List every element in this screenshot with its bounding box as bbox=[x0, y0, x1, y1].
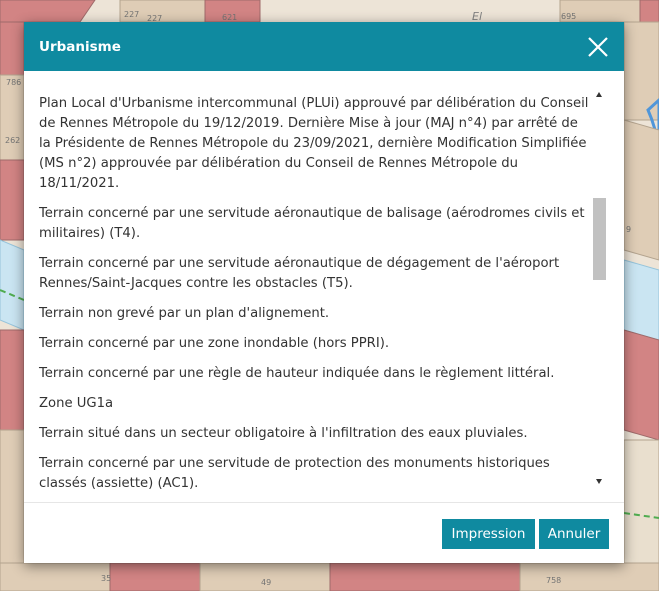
footer-divider bbox=[24, 502, 624, 503]
close-icon bbox=[588, 37, 608, 57]
close-button[interactable] bbox=[585, 34, 611, 60]
dialog-title: Urbanisme bbox=[39, 39, 121, 55]
info-list: Plan Local d'Urbanisme intercommunal (PL… bbox=[39, 94, 591, 490]
info-paragraph-zone: Zone UG1a bbox=[39, 396, 114, 411]
urbanisme-dialog: Urbanisme Plan Local d'Urbanisme interco… bbox=[24, 22, 624, 563]
info-paragraph-hauteur: Terrain concerné par une règle de hauteu… bbox=[39, 366, 555, 381]
info-paragraph-alignement: Terrain non grevé par un plan d'aligneme… bbox=[39, 306, 330, 321]
scroll-thumb[interactable] bbox=[593, 198, 606, 280]
dialog-header: Urbanisme bbox=[24, 22, 624, 71]
info-paragraph-inondable: Terrain concerné par une zone inondable … bbox=[39, 336, 390, 351]
info-paragraph-t4: Terrain concerné par une servitude aéron… bbox=[39, 206, 585, 241]
print-button[interactable]: Impression bbox=[442, 519, 535, 549]
scroll-up-arrow-icon[interactable] bbox=[596, 92, 602, 97]
dialog-content[interactable]: Plan Local d'Urbanisme intercommunal (PL… bbox=[24, 71, 624, 490]
cancel-button[interactable]: Annuler bbox=[539, 519, 609, 549]
info-paragraph-infiltration: Terrain situé dans un secteur obligatoir… bbox=[39, 426, 528, 441]
info-paragraph-plui: Plan Local d'Urbanisme intercommunal (PL… bbox=[39, 96, 589, 191]
info-paragraph-t5: Terrain concerné par une servitude aéron… bbox=[39, 256, 560, 291]
vertical-scrollbar[interactable] bbox=[592, 89, 608, 489]
scroll-down-arrow-icon[interactable] bbox=[596, 479, 602, 484]
info-paragraph-ac1: Terrain concerné par une servitude de pr… bbox=[39, 456, 550, 490]
